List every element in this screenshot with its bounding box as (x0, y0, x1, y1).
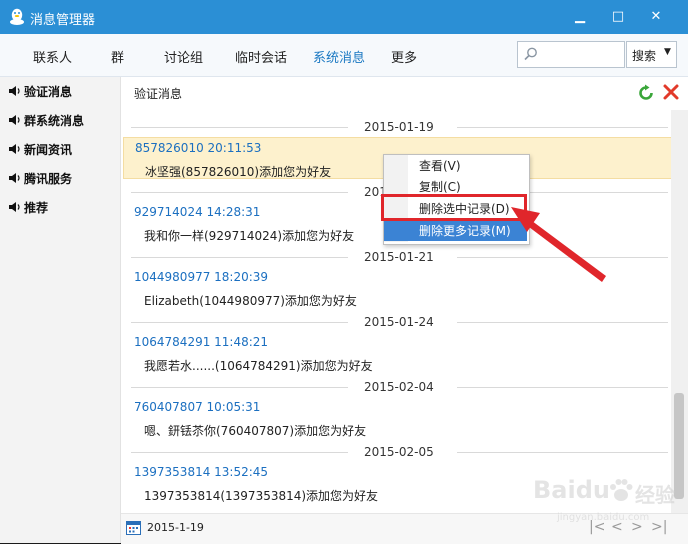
message-body: 我愿若水......(1064784291)添加您为好友 (144, 359, 373, 373)
tab-temp-sessions[interactable]: 临时会话 (235, 47, 287, 66)
menu-item-copy[interactable]: 复制(C) (384, 177, 527, 197)
menu-item-label: 删除选中记录(D) (419, 202, 510, 216)
message-item[interactable]: 1044980977 18:20:39 Elizabeth(1044980977… (123, 267, 672, 309)
message-sender-time: 1397353814 13:52:45 (134, 465, 269, 479)
message-body: Elizabeth(1044980977)添加您为好友 (144, 294, 357, 308)
date-label: 2015-02-05 (364, 445, 434, 459)
date-label: 2015-01-24 (364, 315, 434, 329)
current-date: 2015-1-19 (147, 521, 204, 534)
sidebar-item-group-system[interactable]: 群系统消息 (8, 111, 84, 131)
tab-groups[interactable]: 群 (111, 47, 124, 66)
sidebar-item-label: 推荐 (24, 201, 49, 215)
tab-discussion-groups[interactable]: 讨论组 (164, 47, 203, 66)
message-sender-time: 1064784291 11:48:21 (134, 335, 269, 349)
message-body: 冰坚强(857826010)添加您为好友 (145, 165, 332, 179)
message-item[interactable]: 760407807 10:05:31 嗯、鈃铥苶你(760407807)添加您为… (123, 397, 672, 439)
menu-item-label: 复制(C) (419, 180, 461, 194)
tab-more[interactable]: 更多 (391, 47, 417, 66)
title-bar[interactable]: 消息管理器 ▁ □ ✕ (0, 0, 688, 34)
message-sender-time: 929714024 14:28:31 (134, 205, 261, 219)
message-manager-window: 消息管理器 ▁ □ ✕ 联系人 群 讨论组 临时会话 系统消息 更多 搜索 ▼ … (0, 0, 688, 544)
date-separator: 2015-01-21 (131, 250, 668, 264)
message-body: 我和你一样(929714024)添加您为好友 (144, 229, 355, 243)
date-separator: 2015-01-19 (131, 120, 668, 134)
paw-icon (610, 479, 633, 501)
sidebar-item-news[interactable]: 新闻资讯 (8, 140, 72, 160)
speaker-icon (9, 86, 20, 96)
sidebar-item-label: 腾讯服务 (24, 172, 73, 186)
chevron-down-icon: ▼ (664, 47, 671, 57)
menu-item-label: 查看(V) (419, 159, 461, 173)
speaker-icon (9, 202, 20, 212)
section-title: 验证消息 (134, 87, 183, 101)
search-box[interactable] (517, 41, 626, 68)
date-separator: 2015-02-04 (131, 380, 668, 394)
watermark-brand: Baidu (533, 476, 610, 504)
maximize-button[interactable]: □ (607, 6, 629, 28)
message-list-panel: 验证消息 2015-01-19 2015-01-20 2015-01-21 20… (121, 77, 688, 543)
message-sender-time: 857826010 20:11:53 (135, 141, 262, 155)
menu-item-delete-selected[interactable]: 删除选中记录(D) (384, 199, 527, 219)
menu-item-label: 删除更多记录(M) (419, 224, 511, 238)
baidu-watermark: Baidu 经验 jingyan.baidu.com (527, 476, 677, 530)
tab-contacts[interactable]: 联系人 (33, 47, 72, 66)
search-icon (524, 47, 537, 61)
sidebar-item-label: 验证消息 (24, 85, 73, 99)
speaker-icon (9, 144, 20, 154)
message-sender-time: 1044980977 18:20:39 (134, 270, 269, 284)
search-button[interactable]: 搜索 ▼ (626, 41, 677, 68)
date-label: 2015-01-21 (364, 250, 434, 264)
watermark-url: jingyan.baidu.com (557, 512, 650, 523)
date-separator: 2015-02-05 (131, 445, 668, 459)
sidebar-item-tencent-services[interactable]: 腾讯服务 (8, 169, 72, 189)
tab-system-messages[interactable]: 系统消息 (313, 47, 365, 66)
message-body: 1397353814(1397353814)添加您为好友 (144, 489, 379, 503)
sidebar-item-label: 群系统消息 (24, 114, 85, 128)
close-button[interactable]: ✕ (645, 6, 667, 28)
sidebar-item-verification[interactable]: 验证消息 (8, 82, 72, 102)
watermark-sub: 经验 (635, 483, 675, 507)
date-label: 2015-01-19 (364, 120, 434, 134)
sidebar-item-label: 新闻资讯 (24, 143, 73, 157)
speaker-icon (9, 115, 20, 125)
window-title: 消息管理器 (30, 13, 96, 28)
delete-icon[interactable] (662, 83, 680, 101)
message-body: 嗯、鈃铥苶你(760407807)添加您为好友 (144, 424, 367, 438)
context-menu: 查看(V) 复制(C) 删除选中记录(D) 删除更多记录(M) (383, 154, 530, 245)
calendar-icon[interactable] (126, 520, 141, 535)
sidebar-item-recommend[interactable]: 推荐 (8, 198, 48, 218)
message-sender-time: 760407807 10:05:31 (134, 400, 261, 414)
search-button-label: 搜索 (632, 49, 657, 63)
date-separator: 2015-01-24 (131, 315, 668, 329)
minimize-button[interactable]: ▁ (569, 6, 591, 28)
menu-item-delete-more[interactable]: 删除更多记录(M) (384, 221, 527, 241)
sidebar: 验证消息 群系统消息 新闻资讯 腾讯服务 推荐 (0, 77, 121, 543)
speaker-icon (9, 173, 20, 183)
menu-item-view[interactable]: 查看(V) (384, 156, 527, 176)
refresh-icon[interactable] (637, 84, 655, 102)
message-item[interactable]: 1064784291 11:48:21 我愿若水......(106478429… (123, 332, 672, 374)
qq-penguin-icon (10, 8, 24, 25)
date-label: 2015-02-04 (364, 380, 434, 394)
search-input[interactable] (542, 46, 626, 64)
